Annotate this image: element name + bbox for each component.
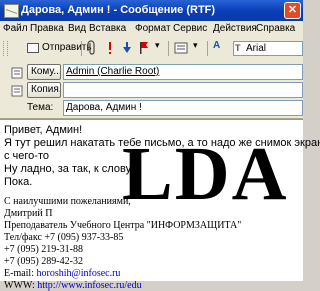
email-link[interactable]: horoshih@infosec.ru <box>37 268 121 279</box>
menu-tools[interactable]: Сервис <box>173 23 207 34</box>
message-window: Дарова, Админ ! - Сообщение (RTF) ✕ Файл… <box>0 0 320 291</box>
title-bar[interactable]: Дарова, Админ ! - Сообщение (RTF) ✕ <box>0 0 303 21</box>
signature-line: +7 (095) 219-31-88 <box>4 244 83 255</box>
importance-high-icon[interactable] <box>104 40 116 57</box>
signature-line: Преподаватель Учебного Центра "ИНФОРМЗАЩ… <box>4 220 242 231</box>
menu-view[interactable]: Вид <box>68 23 86 34</box>
menu-actions[interactable]: Действия <box>213 23 257 34</box>
toolbar-separator <box>207 41 208 56</box>
body-line: с чего-то <box>4 150 49 162</box>
toolbar: Отправить ▾ ▾ A T Arial <box>0 38 303 60</box>
attach-icon[interactable] <box>86 40 98 57</box>
cc-field[interactable] <box>63 82 303 98</box>
address-book-icon <box>11 67 23 79</box>
address-header: Кому... Admin (Charlie Root) Копия... Те… <box>0 59 303 119</box>
send-icon <box>27 43 39 53</box>
watermark-text: LDA <box>122 132 289 216</box>
to-field[interactable]: Admin (Charlie Root) <box>63 64 303 80</box>
options-icon[interactable] <box>173 40 189 57</box>
address-book-icon <box>11 85 23 97</box>
menu-edit[interactable]: Правка <box>30 23 64 34</box>
signature-www: WWW: http://www.infosec.ru/edu <box>4 280 142 291</box>
flag-icon[interactable] <box>138 40 150 57</box>
toolbar-separator <box>168 41 169 56</box>
menu-format[interactable]: Формат <box>135 23 171 34</box>
font-value: Arial <box>246 43 267 54</box>
toolbar-grip[interactable] <box>3 41 8 56</box>
body-line: Пока. <box>4 176 33 188</box>
body-line: Привет, Админ! <box>4 124 83 136</box>
menu-file[interactable]: Файл <box>3 23 28 34</box>
close-icon[interactable]: ✕ <box>284 2 301 19</box>
to-value: Admin (Charlie Root) <box>66 66 160 77</box>
dropdown-arrow-icon[interactable]: ▾ <box>193 40 203 57</box>
toolbar-separator <box>81 41 82 56</box>
subject-label: Тема: <box>27 102 54 113</box>
send-button[interactable]: Отправить <box>25 40 92 57</box>
www-link[interactable]: http://www.infosec.ru/edu <box>37 280 141 291</box>
to-button[interactable]: Кому... <box>27 64 61 80</box>
truetype-icon: T <box>235 43 241 53</box>
email-prefix: E-mail: <box>4 268 37 279</box>
send-label: Отправить <box>42 42 92 53</box>
font-select[interactable]: T Arial <box>233 41 303 56</box>
menu-help[interactable]: Справка <box>256 23 295 34</box>
signature-line: Тел/факс +7 (095) 937-33-85 <box>4 232 124 243</box>
envelope-icon <box>4 4 19 18</box>
window-title: Дарова, Админ ! - Сообщение (RTF) <box>21 4 216 16</box>
signature-email: E-mail: horoshih@infosec.ru <box>4 268 120 279</box>
menu-bar: Файл Правка Вид Вставка Формат Сервис Де… <box>0 21 303 39</box>
signature-line: +7 (095) 289-42-32 <box>4 256 83 267</box>
body-line: Ну ладно, за так, к слову <box>4 163 132 175</box>
menu-insert[interactable]: Вставка <box>89 23 126 34</box>
www-prefix: WWW: <box>4 280 38 291</box>
importance-low-icon[interactable] <box>121 40 133 57</box>
dropdown-arrow-icon[interactable]: ▾ <box>155 40 165 57</box>
subject-field[interactable]: Дарова, Админ ! <box>63 100 303 116</box>
cc-button[interactable]: Копия... <box>27 82 61 98</box>
signature-line: С наилучшими пожеланиями, <box>4 196 131 207</box>
font-size-icon[interactable]: A <box>213 40 227 57</box>
signature-line: Дмитрий П <box>4 208 53 219</box>
